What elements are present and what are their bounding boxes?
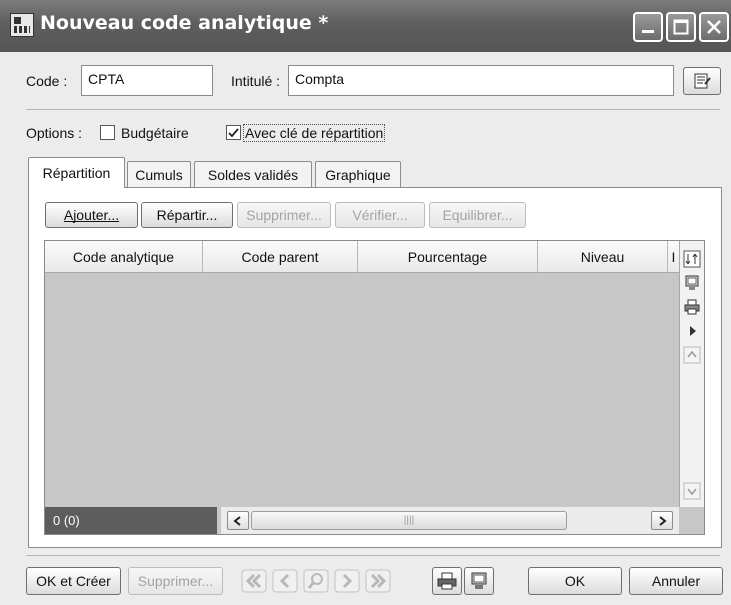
tab-cumuls[interactable]: Cumuls [127, 161, 191, 187]
minimize-icon [642, 30, 654, 33]
supprimer-label: Supprimer... [137, 573, 214, 589]
verifier-label: Vérifier... [352, 207, 408, 223]
record-count-text: 0 (0) [53, 513, 80, 528]
scroll-thumb[interactable]: |||| [251, 511, 567, 530]
previous-record-icon[interactable] [270, 567, 300, 595]
last-record-icon[interactable] [363, 567, 393, 595]
intitule-label: Intitulé : [231, 73, 281, 89]
repartir-label: Répartir... [156, 207, 218, 223]
grid-header: Code analytique Code parent Pourcentage … [45, 241, 679, 273]
tab-label: Soldes validés [207, 166, 299, 183]
supprimer-grid-button[interactable]: Supprimer... [237, 202, 331, 228]
printer-icon [437, 572, 457, 590]
print-icon[interactable] [682, 297, 702, 317]
column-header-label: I [671, 249, 676, 265]
column-header-truncated[interactable]: I [668, 241, 679, 273]
ok-label: OK [564, 573, 586, 589]
repartir-button[interactable]: Répartir... [141, 202, 233, 228]
annuler-button[interactable]: Annuler [629, 567, 723, 595]
tab-label: Graphique [325, 166, 391, 183]
play-arrow-icon[interactable] [682, 321, 702, 341]
header-separator [26, 109, 720, 110]
budgetaire-checkbox[interactable] [100, 125, 115, 140]
equilibrer-label: Equilibrer... [442, 207, 513, 223]
column-header-label: Code analytique [72, 249, 175, 265]
tab-repartition[interactable]: Répartition [28, 157, 125, 188]
verifier-button[interactable]: Vérifier... [335, 202, 425, 228]
column-header-code-parent[interactable]: Code parent [203, 241, 358, 273]
tab-label: Répartition [42, 165, 111, 181]
maximize-icon [673, 19, 689, 35]
column-header-niveau[interactable]: Niveau [538, 241, 668, 273]
checkmark-icon [228, 128, 239, 138]
annuler-label: Annuler [651, 573, 701, 589]
column-header-pourcentage[interactable]: Pourcentage [358, 241, 538, 273]
code-field[interactable]: CPTA [81, 65, 213, 96]
title-bar[interactable]: Nouveau code analytique * [0, 0, 731, 52]
column-header-label: Pourcentage [407, 249, 488, 265]
supprimer-grid-label: Supprimer... [246, 207, 322, 223]
note-icon [694, 73, 711, 89]
export-screen-icon[interactable] [682, 273, 702, 293]
intitule-field[interactable]: Compta [288, 65, 674, 96]
column-header-code-analytique[interactable]: Code analytique [45, 241, 203, 273]
close-icon [707, 20, 721, 34]
scroll-down-icon[interactable] [682, 481, 702, 501]
window-app-icon [10, 13, 34, 37]
tab-graphique[interactable]: Graphique [315, 161, 401, 187]
scroll-right-icon[interactable] [651, 511, 673, 530]
avec-cle-checkbox[interactable] [226, 125, 241, 140]
equilibrer-button[interactable]: Equilibrer... [429, 202, 526, 228]
print-preview-button[interactable] [432, 567, 462, 595]
ajouter-button[interactable]: Ajouter... [45, 202, 138, 228]
ok-button[interactable]: OK [528, 567, 622, 595]
supprimer-button[interactable]: Supprimer... [128, 567, 223, 595]
budgetaire-label: Budgétaire [121, 125, 189, 141]
column-header-label: Code parent [241, 249, 319, 265]
close-button[interactable] [699, 12, 729, 42]
note-button[interactable] [683, 67, 721, 95]
monitor-icon [471, 572, 487, 589]
column-config-icon[interactable] [682, 249, 702, 269]
screen-button[interactable] [464, 567, 494, 595]
ok-creer-label: OK et Créer [36, 573, 111, 589]
horizontal-scrollbar[interactable]: |||| [221, 507, 679, 534]
options-label: Options : [26, 125, 83, 141]
search-record-icon[interactable] [301, 567, 331, 595]
tab-label: Cumuls [135, 166, 183, 183]
minimize-button[interactable] [633, 12, 663, 42]
scroll-left-icon[interactable] [227, 511, 249, 530]
footer-separator [26, 555, 720, 556]
ajouter-label: Ajouter... [63, 207, 120, 223]
scroll-up-icon[interactable] [682, 345, 702, 365]
tab-soldes-valides[interactable]: Soldes validés [194, 161, 312, 187]
maximize-button[interactable] [666, 12, 696, 42]
ok-creer-button[interactable]: OK et Créer [26, 567, 121, 595]
first-record-icon[interactable] [239, 567, 269, 595]
next-record-icon[interactable] [332, 567, 362, 595]
column-header-label: Niveau [580, 249, 625, 265]
code-label: Code : [26, 73, 68, 89]
repartition-grid[interactable] [44, 240, 705, 535]
grid-side-toolbar [679, 241, 704, 507]
avec-cle-label: Avec clé de répartition [242, 124, 386, 142]
grid-record-count: 0 (0) [45, 507, 217, 534]
window-title: Nouveau code analytique * [40, 12, 329, 34]
